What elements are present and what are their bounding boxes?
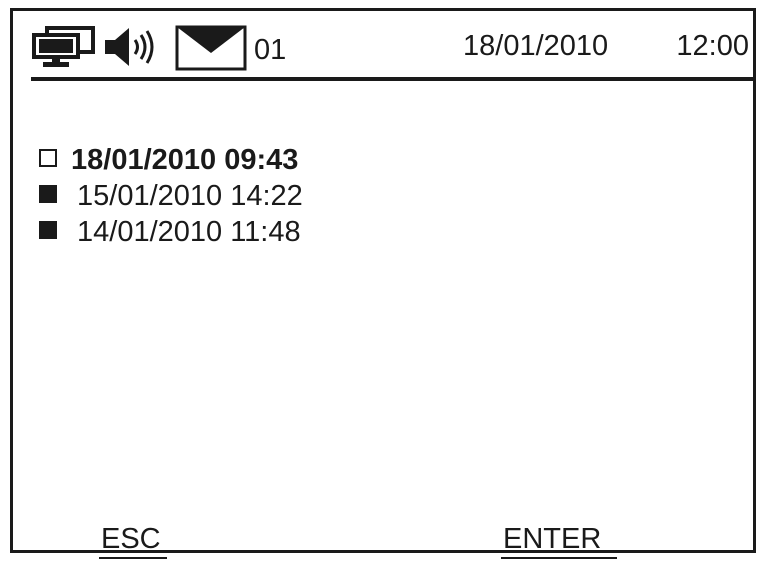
message-datetime: 14/01/2010 11:48	[77, 216, 301, 249]
message-count: 01	[254, 34, 287, 66]
status-date: 18/01/2010	[463, 30, 609, 62]
message-list: 18/01/2010 09:43 15/01/2010 14:22 14/01/…	[39, 141, 303, 249]
status-divider	[31, 77, 753, 81]
envelope-icon	[175, 25, 247, 71]
read-square-icon	[39, 221, 57, 240]
esc-softkey[interactable]: ESC	[99, 523, 167, 559]
device-screen: 01 18/01/2010 12:00 18/01/2010 09:43 15/…	[10, 8, 756, 559]
message-datetime: 18/01/2010 09:43	[71, 144, 299, 177]
message-item[interactable]: 18/01/2010 09:43	[39, 141, 303, 177]
message-item[interactable]: 14/01/2010 11:48	[39, 213, 303, 249]
unread-checkbox-icon	[39, 149, 57, 168]
message-item[interactable]: 15/01/2010 14:22	[39, 177, 303, 213]
message-datetime: 15/01/2010 14:22	[77, 180, 303, 213]
read-square-icon	[39, 185, 57, 204]
network-icon	[32, 26, 95, 67]
speaker-icon	[105, 28, 154, 66]
status-bar: 01 18/01/2010 12:00	[31, 21, 753, 77]
enter-softkey[interactable]: ENTER	[501, 523, 618, 559]
status-time: 12:00	[676, 30, 749, 62]
